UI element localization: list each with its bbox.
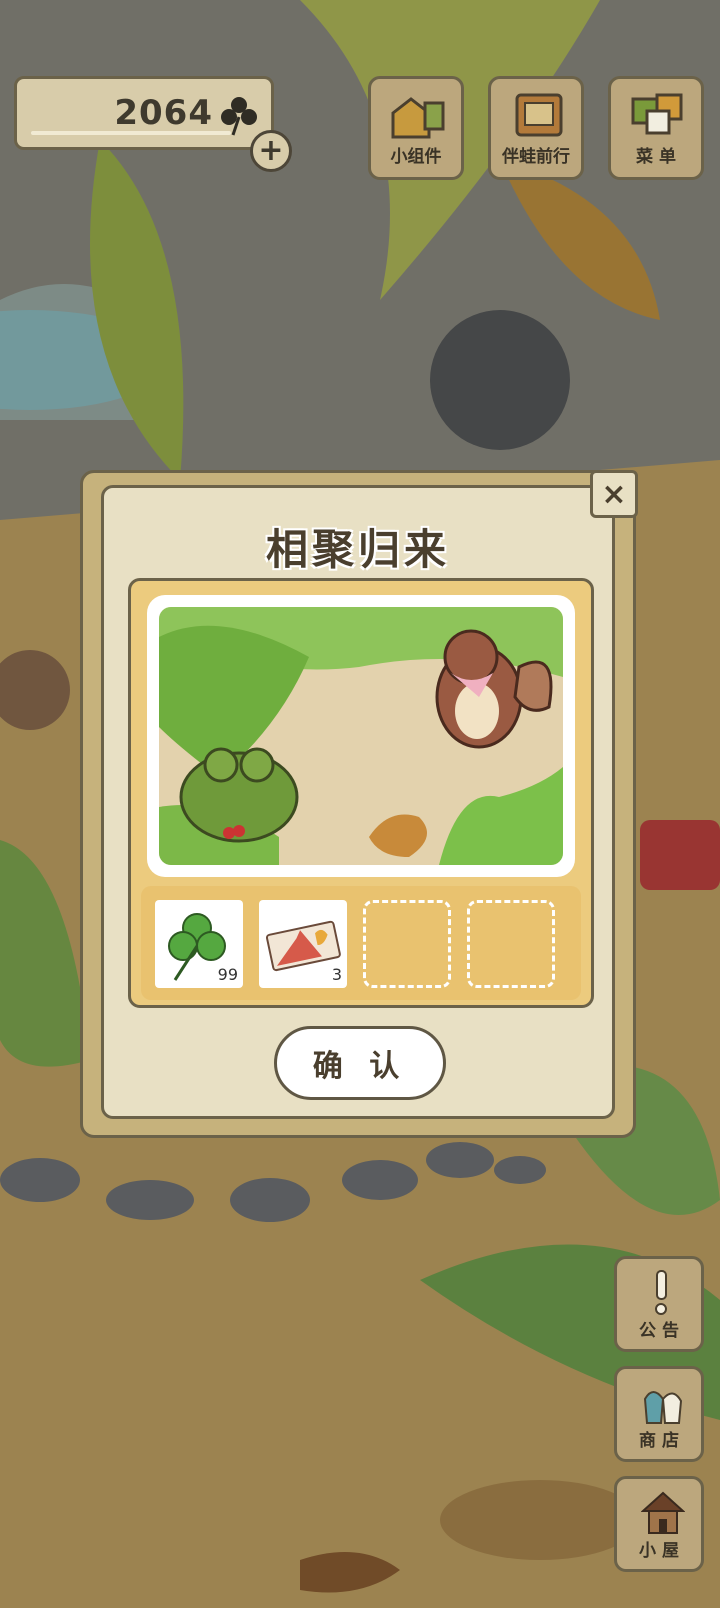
counter-underline	[31, 131, 231, 135]
close-dialog-button[interactable]: ×	[590, 470, 638, 518]
shop-button[interactable]: 商 店	[614, 1366, 704, 1462]
travel-label: 伴蛙前行	[502, 147, 570, 167]
menu-label: 菜 单	[636, 147, 676, 167]
house-label: 小 屋	[639, 1541, 679, 1561]
shop-bag-icon	[643, 1391, 683, 1424]
clover-counter: 2064	[14, 76, 274, 150]
clover-count: 2064	[114, 93, 213, 133]
menu-icon	[631, 93, 683, 135]
dialog-title: 相聚归来	[265, 525, 450, 574]
confirm-button[interactable]: 确 认	[274, 1026, 446, 1100]
exclamation-icon	[655, 1270, 667, 1315]
widget-icon	[391, 97, 445, 139]
travel-with-frog-button[interactable]: 伴蛙前行	[488, 76, 584, 180]
empty-slot	[467, 900, 555, 988]
frog-squirrel-illustration	[159, 607, 563, 865]
widget-button[interactable]: 小组件	[368, 76, 464, 180]
house-icon	[641, 1491, 685, 1534]
reward-item-ticket[interactable]: 3	[259, 900, 347, 988]
reward-items-row: 99 3	[141, 886, 581, 1000]
announcement-button[interactable]: 公 告	[614, 1256, 704, 1352]
widget-label: 小组件	[390, 147, 442, 167]
add-clover-button[interactable]: +	[250, 130, 292, 172]
clover-qty: 99	[217, 965, 238, 984]
menu-button[interactable]: 菜 单	[608, 76, 704, 180]
photo-album-icon	[515, 93, 563, 137]
reward-item-clover[interactable]: 99	[155, 900, 243, 988]
ticket-qty: 3	[331, 965, 342, 984]
announcement-label: 公 告	[639, 1321, 679, 1341]
shop-label: 商 店	[639, 1431, 679, 1451]
empty-slot	[363, 900, 451, 988]
reunion-photo	[147, 595, 575, 877]
house-button[interactable]: 小 屋	[614, 1476, 704, 1572]
reward-frame: 99 3	[128, 578, 594, 1008]
